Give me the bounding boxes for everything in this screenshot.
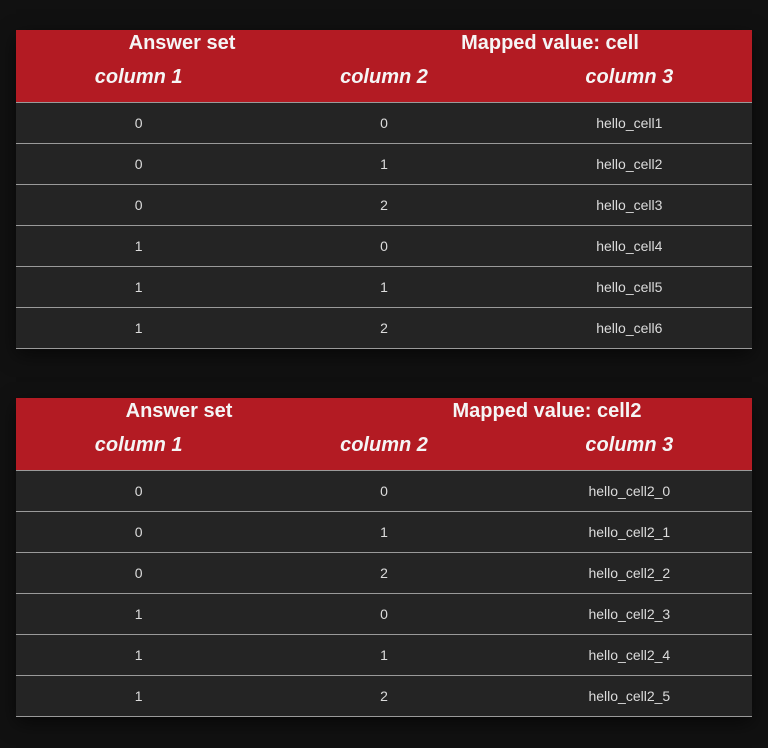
table-cell: hello_cell5 <box>596 279 663 295</box>
table-row: 1 2 hello_cell6 <box>16 307 752 349</box>
table-row: 0 0 hello_cell1 <box>16 102 752 143</box>
table-row: 1 1 hello_cell2_4 <box>16 634 752 675</box>
table-cell: 1 <box>380 647 388 663</box>
table-cell: hello_cell1 <box>596 115 663 131</box>
table-row: 1 0 hello_cell4 <box>16 225 752 266</box>
table-body: 0 0 hello_cell2_0 0 1 hello_cell2_1 0 2 … <box>16 470 752 717</box>
table-body: 0 0 hello_cell1 0 1 hello_cell2 0 2 hell… <box>16 102 752 349</box>
table-header: Answer set Mapped value: cell column 1 c… <box>16 30 752 102</box>
table-row: 0 2 hello_cell3 <box>16 184 752 225</box>
table-cell: 0 <box>134 156 143 172</box>
table-cell: hello_cell2_1 <box>588 524 671 540</box>
group-header-row: Answer set Mapped value: cell <box>16 30 752 56</box>
column-header-1: column 1 <box>94 66 183 88</box>
table-cell: hello_cell2_0 <box>588 483 671 499</box>
table-cell: 0 <box>134 197 143 213</box>
column-header-3: column 3 <box>585 66 674 88</box>
table-cell: 1 <box>134 279 143 295</box>
table-cell: hello_cell3 <box>596 197 663 213</box>
table-cell: 2 <box>380 688 388 704</box>
column-header-2: column 2 <box>340 434 428 456</box>
column-header-row: column 1 column 2 column 3 <box>16 434 752 460</box>
table-cell: hello_cell2_3 <box>588 606 671 622</box>
table-cell: 2 <box>380 565 388 581</box>
table-row: 1 2 hello_cell2_5 <box>16 675 752 717</box>
table-row: 1 1 hello_cell5 <box>16 266 752 307</box>
table-header: Answer set Mapped value: cell2 column 1 … <box>16 398 752 470</box>
table-cell: 1 <box>134 238 143 254</box>
table-row: 0 2 hello_cell2_2 <box>16 552 752 593</box>
table-cell: hello_cell2 <box>596 156 663 172</box>
table-cell: 2 <box>380 320 388 336</box>
mapping-table-cell: Answer set Mapped value: cell column 1 c… <box>16 30 752 349</box>
column-header-1: column 1 <box>94 434 183 456</box>
group-header-answer-set: Answer set <box>125 400 233 422</box>
table-cell: 1 <box>134 606 143 622</box>
table-cell: 1 <box>380 279 388 295</box>
page: Answer set Mapped value: cell column 1 c… <box>0 0 768 748</box>
table-row: 0 1 hello_cell2_1 <box>16 511 752 552</box>
table-cell: 1 <box>134 688 143 704</box>
group-header-mapped-value: Mapped value: cell2 <box>452 400 642 422</box>
mapping-table-cell2: Answer set Mapped value: cell2 column 1 … <box>16 398 752 717</box>
table-cell: 2 <box>380 197 388 213</box>
table-cell: hello_cell6 <box>596 320 663 336</box>
table-cell: 0 <box>380 115 388 131</box>
table-cell: 1 <box>380 524 388 540</box>
table-row: 0 0 hello_cell2_0 <box>16 470 752 511</box>
table-cell: hello_cell2_4 <box>588 647 671 663</box>
table-cell: hello_cell2_2 <box>588 565 671 581</box>
group-header-mapped-value: Mapped value: cell <box>461 32 639 54</box>
group-header-row: Answer set Mapped value: cell2 <box>16 398 752 424</box>
table-cell: 0 <box>134 115 143 131</box>
column-header-row: column 1 column 2 column 3 <box>16 66 752 92</box>
table-cell: 0 <box>134 483 143 499</box>
table-row: 1 0 hello_cell2_3 <box>16 593 752 634</box>
column-header-2: column 2 <box>340 66 428 88</box>
table-row: 0 1 hello_cell2 <box>16 143 752 184</box>
table-cell: 0 <box>380 238 388 254</box>
table-cell: 1 <box>134 647 143 663</box>
table-cell: 0 <box>134 565 143 581</box>
table-cell: 0 <box>134 524 143 540</box>
table-cell: 0 <box>380 606 388 622</box>
table-cell: 1 <box>380 156 388 172</box>
table-cell: 0 <box>380 483 388 499</box>
table-cell: hello_cell4 <box>596 238 663 254</box>
group-header-answer-set: Answer set <box>128 32 236 54</box>
table-cell: hello_cell2_5 <box>588 688 671 704</box>
table-cell: 1 <box>134 320 143 336</box>
column-header-3: column 3 <box>585 434 674 456</box>
